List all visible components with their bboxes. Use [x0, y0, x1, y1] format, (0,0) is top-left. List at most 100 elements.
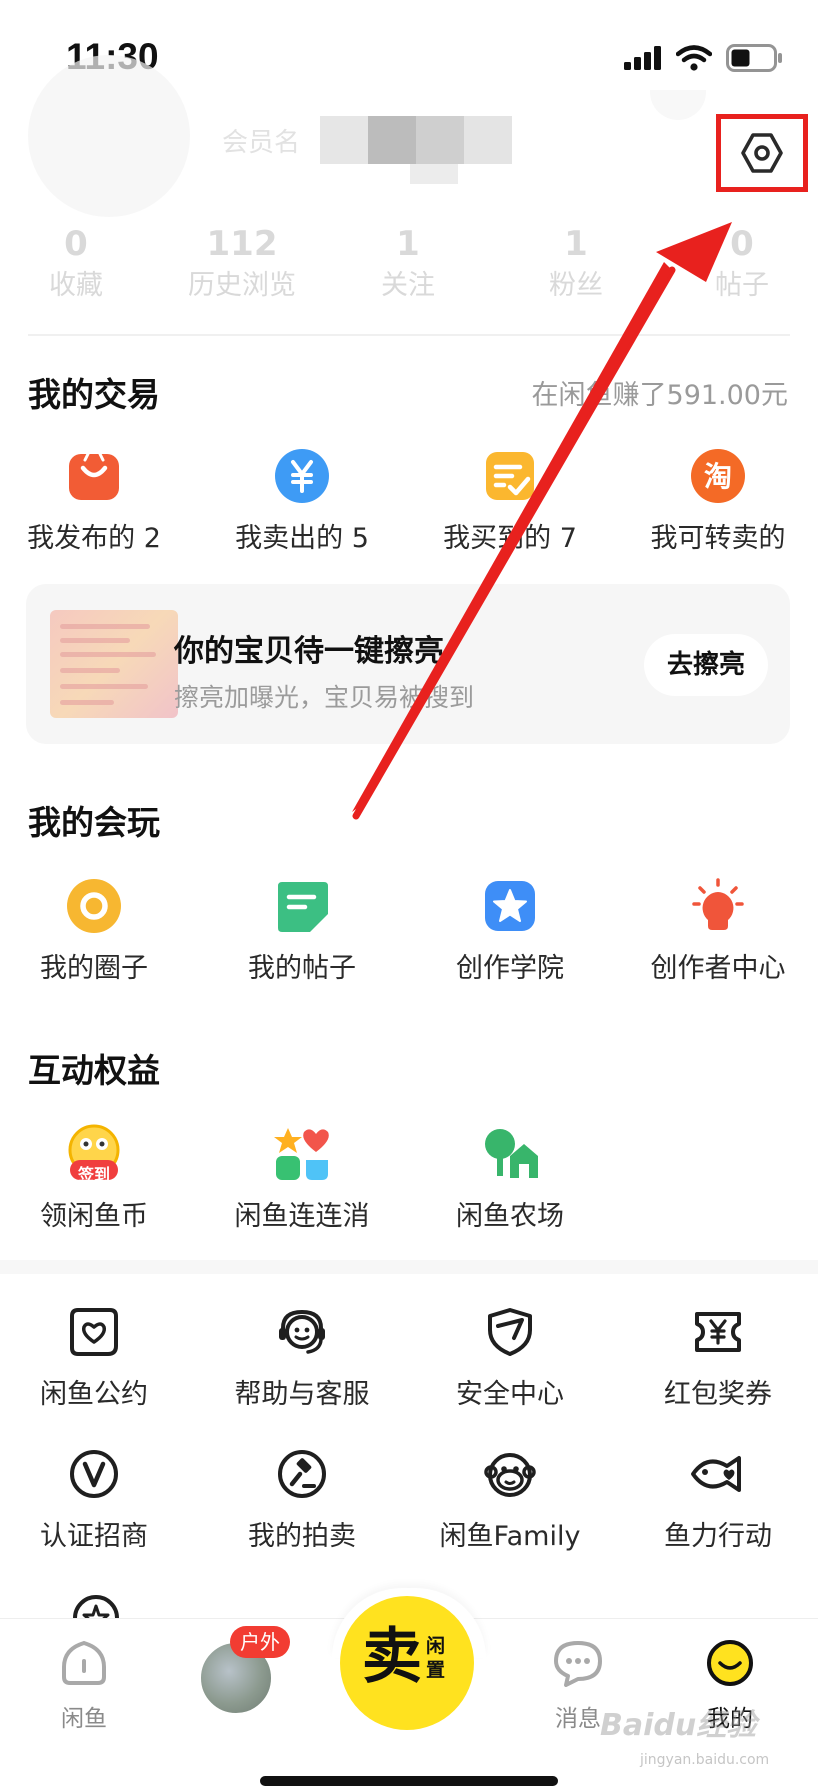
- convention-icon: [64, 1302, 124, 1362]
- watermark-url: jingyan.baidu.com: [640, 1752, 770, 1768]
- shopping-bag-icon: [64, 446, 124, 506]
- trade-item-label: 我可转卖的: [650, 523, 786, 554]
- auction-hammer-icon: [272, 1444, 332, 1504]
- gear-icon: [741, 133, 783, 173]
- circle-icon: [64, 876, 124, 936]
- stat-label: 关注: [381, 270, 435, 301]
- wifi-icon: [676, 45, 712, 71]
- service-item-label: 认证招商: [40, 1521, 148, 1552]
- promo-title: 你的宝贝待一键擦亮: [174, 634, 444, 669]
- yuan-coin-icon: [272, 446, 332, 506]
- sign-in-badge: 签到: [78, 1165, 111, 1184]
- play-item-creator[interactable]: 创作者中心: [614, 876, 818, 985]
- benefit-item-match[interactable]: 闲鱼连连消: [198, 1124, 406, 1233]
- profile-stats: 0 收藏 112 历史浏览 1 关注 1 粉丝 0 帖子: [0, 222, 818, 312]
- polish-button[interactable]: 去擦亮: [644, 634, 768, 696]
- taobao-icon: 淘: [688, 446, 748, 506]
- family-monkey-icon: [480, 1444, 540, 1504]
- stat-label: 帖子: [715, 270, 769, 301]
- benefit-item-coins[interactable]: 签到 领闲鱼币: [0, 1124, 198, 1233]
- trade-item-label: 我买到的 7: [443, 523, 577, 554]
- service-item-coupon[interactable]: 红包奖券: [614, 1302, 818, 1411]
- service-item-label: 闲鱼Family: [439, 1521, 581, 1552]
- divider: [28, 334, 790, 336]
- header-decoration: [650, 90, 706, 120]
- service-item-help[interactable]: 帮助与客服: [198, 1302, 406, 1411]
- trade-item-label: 我发布的 2: [27, 523, 161, 554]
- nickname-hint: 会员名: [222, 128, 301, 158]
- promo-thumbnail: [50, 610, 178, 718]
- puzzle-game-icon: [272, 1124, 332, 1184]
- service-item-label: 帮助与客服: [234, 1379, 370, 1410]
- message-icon: [554, 1641, 602, 1687]
- trade-item-bought[interactable]: 我买到的 7: [406, 446, 614, 555]
- services-row-2: 认证招商 我的拍卖 闲鱼Family 鱼力行动: [0, 1444, 818, 1564]
- shield-icon: [480, 1302, 540, 1362]
- service-item-auction[interactable]: 我的拍卖: [198, 1444, 406, 1553]
- stat-value: 0: [64, 224, 88, 264]
- service-item-fish-action[interactable]: 鱼力行动: [614, 1444, 818, 1553]
- customer-service-icon: [272, 1302, 332, 1362]
- cellular-signal-icon: [624, 46, 661, 70]
- section-separator: [0, 1260, 818, 1274]
- benefit-item-farm[interactable]: 闲鱼农场: [406, 1124, 614, 1233]
- lightbulb-icon: [688, 876, 748, 936]
- star-badge-icon: [480, 876, 540, 936]
- watermark-brand: Baidu经验: [600, 1708, 757, 1743]
- stat-history[interactable]: 112 历史浏览: [162, 222, 322, 306]
- play-section-title: 我的会玩: [28, 803, 160, 842]
- service-item-label: 安全中心: [456, 1379, 564, 1410]
- play-item-academy[interactable]: 创作学院: [406, 876, 614, 985]
- service-item-label: 闲鱼公约: [40, 1379, 148, 1410]
- service-item-convention[interactable]: 闲鱼公约: [0, 1302, 198, 1411]
- service-item-family[interactable]: 闲鱼Family: [406, 1444, 614, 1553]
- benefit-item-label: 闲鱼连连消: [234, 1201, 370, 1232]
- stat-value: 112: [206, 224, 278, 264]
- home-icon: [62, 1640, 106, 1685]
- play-item-label: 创作学院: [456, 953, 564, 984]
- stat-posts[interactable]: 0 帖子: [662, 222, 818, 306]
- sign-in-coin-icon: 签到: [64, 1124, 124, 1184]
- stat-label: 收藏: [49, 270, 103, 301]
- trade-item-sold[interactable]: 我卖出的 5: [198, 446, 406, 555]
- battery-icon: [726, 44, 782, 72]
- avatar[interactable]: [28, 55, 190, 217]
- sell-button[interactable]: 卖 闲置: [340, 1596, 474, 1730]
- service-item-verified[interactable]: 认证招商: [0, 1444, 198, 1553]
- verified-icon: [64, 1444, 124, 1504]
- coupon-icon: [688, 1302, 748, 1362]
- polish-promo-card[interactable]: 你的宝贝待一键擦亮 擦亮加曝光，宝贝易被搜到 去擦亮: [26, 584, 790, 744]
- earnings-link[interactable]: 在闲鱼赚了591.00元: [532, 373, 788, 412]
- benefit-item-label: 领闲鱼币: [40, 1201, 148, 1232]
- stat-value: 0: [730, 224, 754, 264]
- trade-row: 我发布的 2 我卖出的 5 我买到的 7 淘 我可转卖的: [0, 446, 818, 566]
- home-indicator[interactable]: [260, 1776, 558, 1786]
- service-item-label: 我的拍卖: [248, 1521, 356, 1552]
- tab-home[interactable]: 闲鱼: [24, 1639, 144, 1733]
- play-item-label: 我的圈子: [40, 953, 148, 984]
- play-item-label: 创作者中心: [650, 953, 786, 984]
- service-item-label: 红包奖券: [664, 1379, 772, 1410]
- trade-item-published[interactable]: 我发布的 2: [0, 446, 198, 555]
- blurred-username: [320, 116, 512, 164]
- play-item-label: 我的帖子: [248, 953, 356, 984]
- settings-button[interactable]: [716, 114, 808, 192]
- service-item-label: 鱼力行动: [664, 1521, 772, 1552]
- benefits-section-title: 互动权益: [28, 1051, 160, 1090]
- trade-item-label: 我卖出的 5: [235, 523, 369, 554]
- sell-main-label: 卖: [362, 1622, 422, 1692]
- play-item-circle[interactable]: 我的圈子: [0, 876, 198, 985]
- promo-subtitle: 擦亮加曝光，宝贝易被搜到: [174, 683, 475, 712]
- stat-value: 1: [564, 224, 588, 264]
- stat-followers[interactable]: 1 粉丝: [496, 222, 656, 306]
- play-item-posts[interactable]: 我的帖子: [198, 876, 406, 985]
- svg-text:淘: 淘: [704, 460, 732, 493]
- stat-value: 1: [396, 224, 420, 264]
- service-item-security[interactable]: 安全中心: [406, 1302, 614, 1411]
- trade-item-resell[interactable]: 淘 我可转卖的: [614, 446, 818, 555]
- benefit-item-label: 闲鱼农场: [456, 1201, 564, 1232]
- stat-following[interactable]: 1 关注: [328, 222, 488, 306]
- smiley-avatar-icon: [707, 1640, 753, 1686]
- outdoor-badge: 户外: [230, 1626, 290, 1658]
- stat-favorites[interactable]: 0 收藏: [0, 222, 156, 306]
